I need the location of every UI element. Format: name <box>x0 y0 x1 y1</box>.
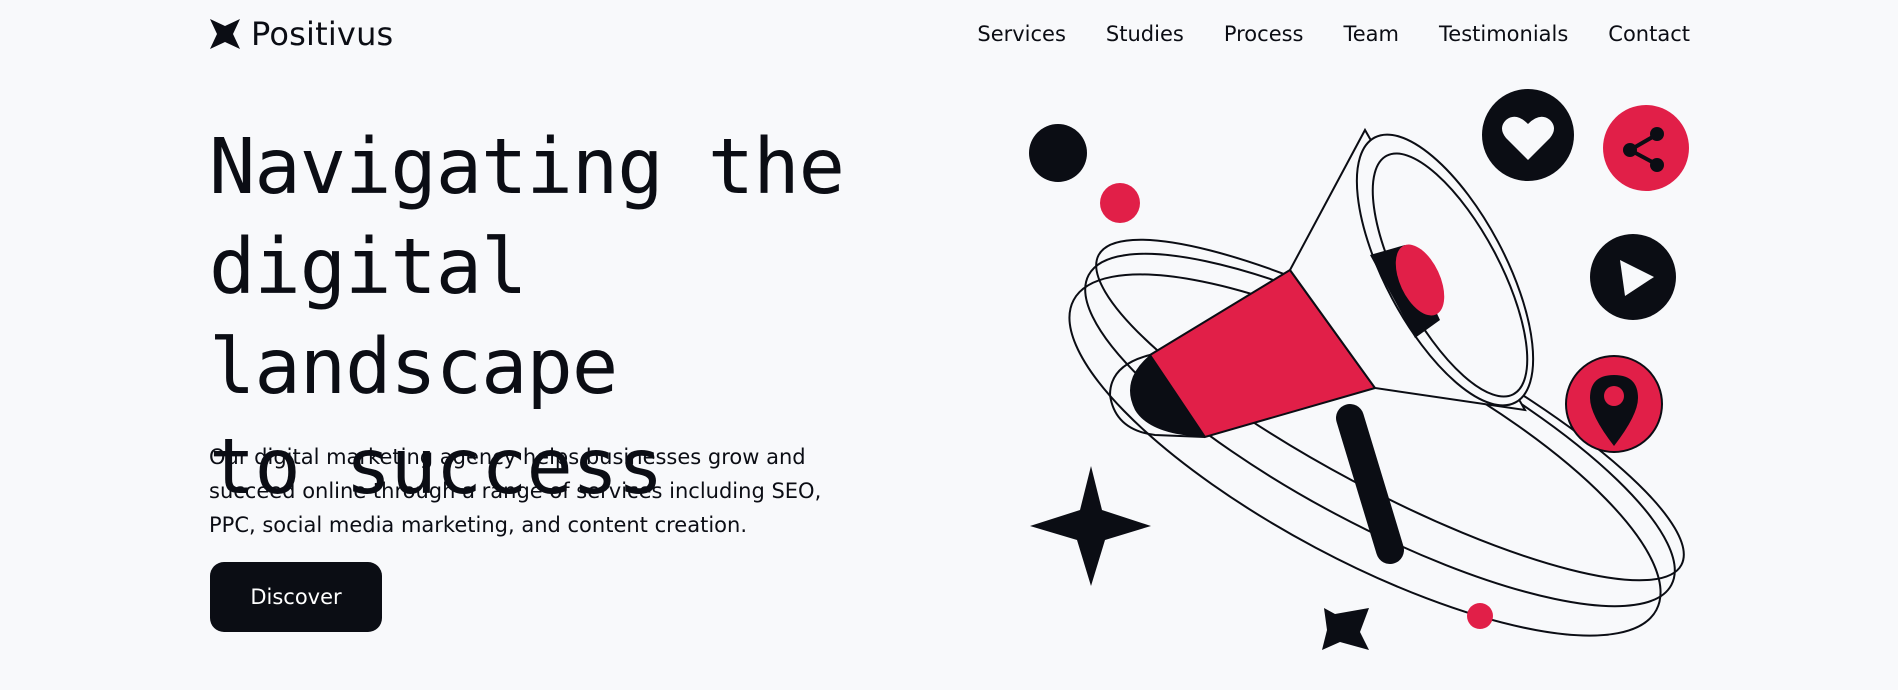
decor-dot <box>1467 603 1493 629</box>
sparkle-star-icon <box>1030 466 1151 586</box>
brand-logo[interactable]: Positivus <box>209 16 393 52</box>
nav-contact-link[interactable]: Contact <box>1608 20 1690 48</box>
hero-description-line: succeed online through a range of servic… <box>209 479 822 503</box>
top-nav: Positivus Services Studies Process Team … <box>0 0 1898 70</box>
nav-services-link[interactable]: Services <box>977 20 1066 48</box>
megaphone-icon <box>1108 127 1535 564</box>
star-logo-icon <box>210 19 240 49</box>
share-icon <box>1603 105 1689 191</box>
hero-description: Our digital marketing agency helps busin… <box>209 440 859 542</box>
hero-description-line: PPC, social media marketing, and content… <box>209 513 747 537</box>
hero-title-line: digital landscape <box>209 223 618 412</box>
main-menu: Services Studies Process Team Testimonia… <box>977 20 1690 48</box>
nav-team-link[interactable]: Team <box>1344 20 1400 48</box>
hero-description-line: Our digital marketing agency helps busin… <box>209 445 806 469</box>
nav-testimonials-link[interactable]: Testimonials <box>1439 20 1568 48</box>
location-pin-icon <box>1565 355 1663 453</box>
sparkle-star-icon <box>1322 608 1369 650</box>
nav-studies-link[interactable]: Studies <box>1106 20 1184 48</box>
discover-button[interactable]: Discover <box>210 562 382 632</box>
play-icon <box>1590 234 1676 320</box>
heart-icon <box>1482 89 1574 181</box>
nav-process-link[interactable]: Process <box>1224 20 1304 48</box>
hero-illustration <box>1029 89 1689 650</box>
brand-name: Positivus <box>251 15 394 53</box>
hero-title-line: Navigating the <box>209 123 845 212</box>
decor-dot <box>1029 124 1087 182</box>
decor-dot <box>1100 183 1140 223</box>
